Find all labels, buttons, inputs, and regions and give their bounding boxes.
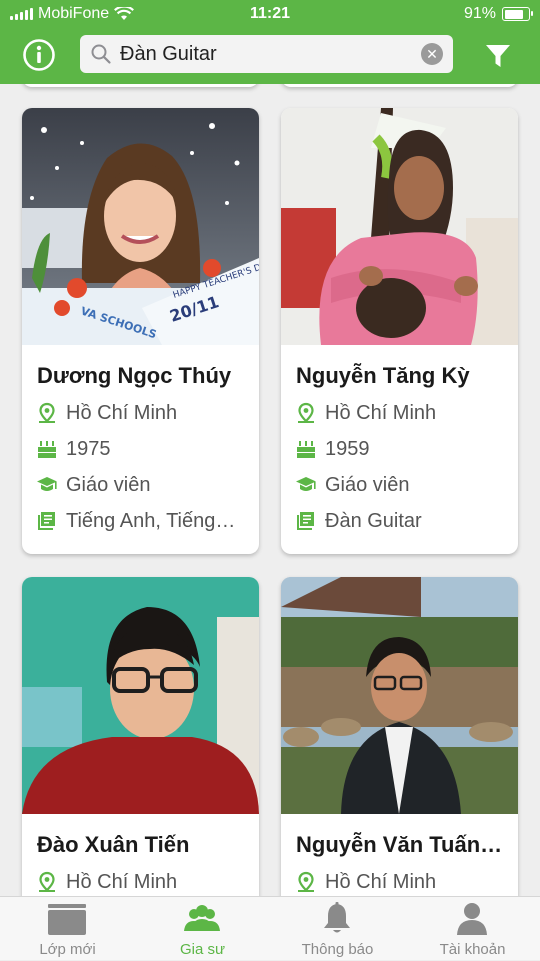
battery-info: 91%: [463, 5, 533, 23]
tutor-city: Hồ Chí Minh: [36, 400, 252, 426]
tutors-icon: [184, 905, 220, 931]
location-pin-icon: [36, 402, 58, 424]
tutor-name: Nguyễn Văn Tuấn…: [296, 832, 503, 857]
tutor-name: Đào Xuân Tiến: [37, 832, 190, 857]
account-icon: [457, 903, 487, 935]
tutor-card-partial[interactable]: [281, 84, 518, 87]
location-pin-icon: [295, 871, 317, 893]
search-input[interactable]: [120, 35, 410, 73]
tutor-card[interactable]: HAPPY TEACHER'S DAY 20/11 VA SCHOOLS Dươ…: [22, 108, 259, 554]
clock: 11:21: [249, 5, 291, 22]
tutor-birth-year: 1959: [295, 436, 511, 462]
search-icon: [91, 44, 111, 64]
tutor-city: Hồ Chí Minh: [295, 869, 511, 895]
tutor-subjects: Đàn Guitar: [295, 508, 511, 534]
status-bar: MobiFone 11:21 91%: [0, 0, 540, 30]
filter-button[interactable]: [484, 42, 512, 70]
tutor-subjects: Tiếng Anh, Tiếng…: [36, 508, 252, 534]
tab-label: Gia sư: [179, 941, 226, 958]
info-button[interactable]: [22, 38, 56, 72]
tutor-photo: [281, 577, 518, 814]
filter-icon: [486, 45, 510, 67]
search-bar: ✕: [80, 35, 453, 73]
tutor-name: Nguyễn Tăng Kỳ: [296, 363, 470, 388]
tutor-card[interactable]: Đào Xuân Tiến Hồ Chí Minh: [22, 577, 259, 896]
tutor-name: Dương Ngọc Thúy: [37, 363, 232, 388]
tab-label: Thông báo: [301, 941, 374, 958]
tab-label: Lớp mới: [39, 941, 96, 958]
bell-icon: [324, 902, 350, 933]
birthday-cake-icon: [295, 438, 317, 460]
tutor-photo: [22, 577, 259, 814]
tutor-occupation: Giáo viên: [295, 472, 511, 498]
birthday-cake-icon: [36, 438, 58, 460]
tab-label: Tài khoản: [439, 941, 506, 958]
tab-notifications[interactable]: Thông báo: [270, 897, 405, 961]
tutor-photo: [281, 108, 518, 345]
tab-bar: Lớp mới Gia sư Thông báo Tài khoản: [0, 896, 540, 960]
tutor-list[interactable]: HAPPY TEACHER'S DAY 20/11 VA SCHOOLS Dươ…: [0, 84, 540, 896]
tutor-photo: HAPPY TEACHER'S DAY 20/11 VA SCHOOLS: [22, 108, 259, 345]
location-pin-icon: [295, 402, 317, 424]
tutor-card-partial[interactable]: [22, 84, 259, 87]
header-bar: MobiFone 11:21 91% ✕: [0, 0, 540, 84]
tutor-city: Hồ Chí Minh: [36, 869, 252, 895]
tab-tutors[interactable]: Gia sư: [135, 897, 270, 961]
location-pin-icon: [36, 871, 58, 893]
tutor-birth-year: 1975: [36, 436, 252, 462]
battery-icon: [502, 7, 533, 21]
info-icon: [23, 39, 55, 71]
graduation-cap-icon: [295, 474, 317, 496]
graduation-cap-icon: [36, 474, 58, 496]
book-icon: [295, 510, 317, 532]
tab-account[interactable]: Tài khoản: [405, 897, 540, 961]
tab-new-classes[interactable]: Lớp mới: [0, 897, 135, 961]
classroom-icon: [48, 904, 86, 935]
close-icon: ✕: [426, 46, 438, 62]
tutor-occupation: Giáo viên: [36, 472, 252, 498]
clear-search-button[interactable]: ✕: [421, 43, 443, 65]
book-icon: [36, 510, 58, 532]
battery-percent: 91%: [463, 5, 496, 22]
tutor-city: Hồ Chí Minh: [295, 400, 511, 426]
tutor-card[interactable]: Nguyễn Văn Tuấn… Hồ Chí Minh: [281, 577, 518, 896]
tutor-card[interactable]: Nguyễn Tăng Kỳ Hồ Chí Minh 1959 Giáo viê…: [281, 108, 518, 554]
